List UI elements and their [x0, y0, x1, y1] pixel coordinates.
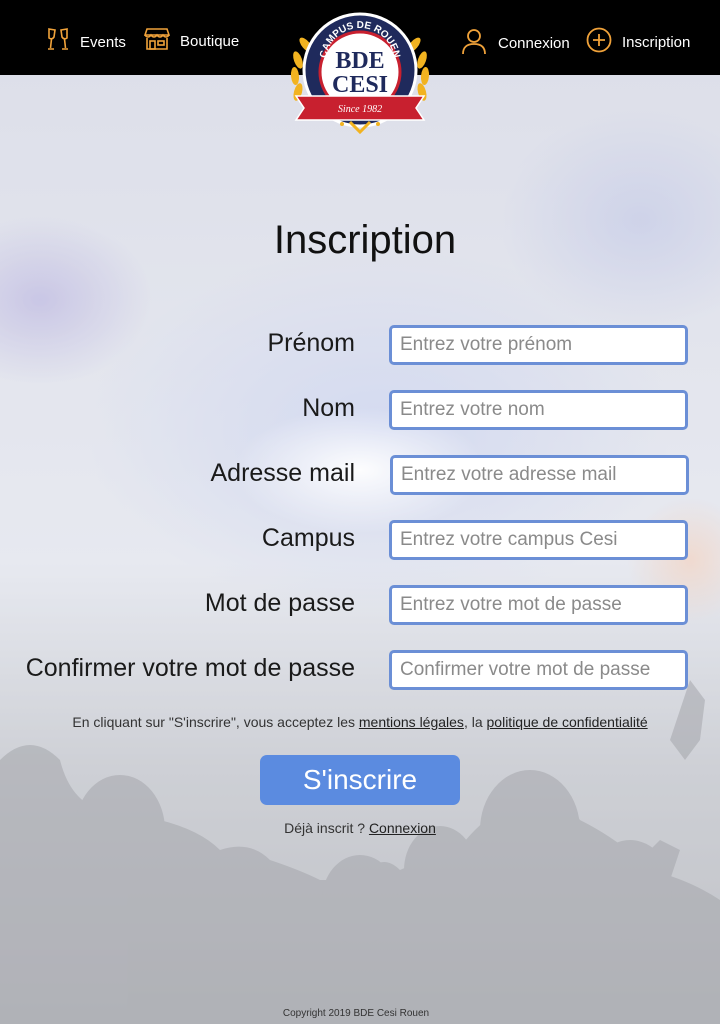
nav-inscription-label: Inscription [622, 33, 691, 51]
bde-cesi-logo[interactable]: CAMPUS DE ROUEN BDE CESI Since 1982 [286, 10, 434, 138]
email-input[interactable] [390, 455, 689, 495]
prenom-input[interactable] [389, 325, 688, 365]
already-registered: Déjà inscrit ? Connexion [0, 820, 720, 836]
field-row-campus: Campus [0, 520, 720, 560]
email-label: Adresse mail [210, 459, 356, 487]
nav-boutique-label: Boutique [180, 32, 240, 50]
field-row-email: Adresse mail [0, 455, 720, 495]
password-label: Mot de passe [204, 589, 355, 617]
campus-input[interactable] [389, 520, 688, 560]
user-icon [460, 27, 498, 59]
prenom-label: Prénom [267, 329, 355, 357]
field-row-confirm-password: Confirmer votre mot de passe [0, 650, 720, 690]
logo-line1: BDE [335, 48, 384, 74]
privacy-policy-link[interactable]: politique de confidentialité [487, 714, 648, 730]
shop-icon [143, 27, 180, 55]
field-row-password: Mot de passe [0, 585, 720, 625]
copyright-footer: Copyright 2019 BDE Cesi Rouen [282, 1008, 430, 1019]
terms-prefix: En cliquant sur "S'inscrire", vous accep… [72, 714, 359, 730]
password-input[interactable] [389, 585, 688, 625]
champagne-glasses-icon [46, 27, 80, 57]
nav-connexion-label: Connexion [498, 34, 570, 52]
nav-events-link[interactable]: Events [46, 27, 126, 57]
terms-notice: En cliquant sur "S'inscrire", vous accep… [0, 714, 720, 730]
logo-ribbon-text: Since 1982 [338, 104, 382, 115]
terms-middle: , la [463, 714, 487, 730]
legal-notice-link[interactable]: mentions légales [359, 714, 464, 730]
login-link[interactable]: Connexion [369, 820, 436, 836]
signup-button[interactable]: S'inscrire [260, 755, 460, 805]
field-row-nom: Nom [0, 390, 720, 430]
field-row-prenom: Prénom [0, 325, 720, 365]
campus-label: Campus [261, 524, 355, 552]
nav-events-label: Events [80, 33, 126, 51]
nav-boutique-link[interactable]: Boutique [143, 27, 240, 55]
plus-circle-icon [586, 27, 622, 57]
nav-connexion-link[interactable]: Connexion [460, 27, 570, 59]
page-title: Inscription [273, 218, 457, 262]
confirm-password-input[interactable] [389, 650, 688, 690]
nav-inscription-link[interactable]: Inscription [586, 27, 690, 57]
logo-line2: CESI [332, 72, 388, 98]
already-prefix: Déjà inscrit ? [284, 820, 369, 836]
nom-input[interactable] [389, 390, 688, 430]
confirm-password-label: Confirmer votre mot de passe [25, 654, 355, 682]
nom-label: Nom [302, 394, 355, 422]
signup-page: Inscription Prénom Nom Adresse mail Camp… [0, 0, 720, 1024]
